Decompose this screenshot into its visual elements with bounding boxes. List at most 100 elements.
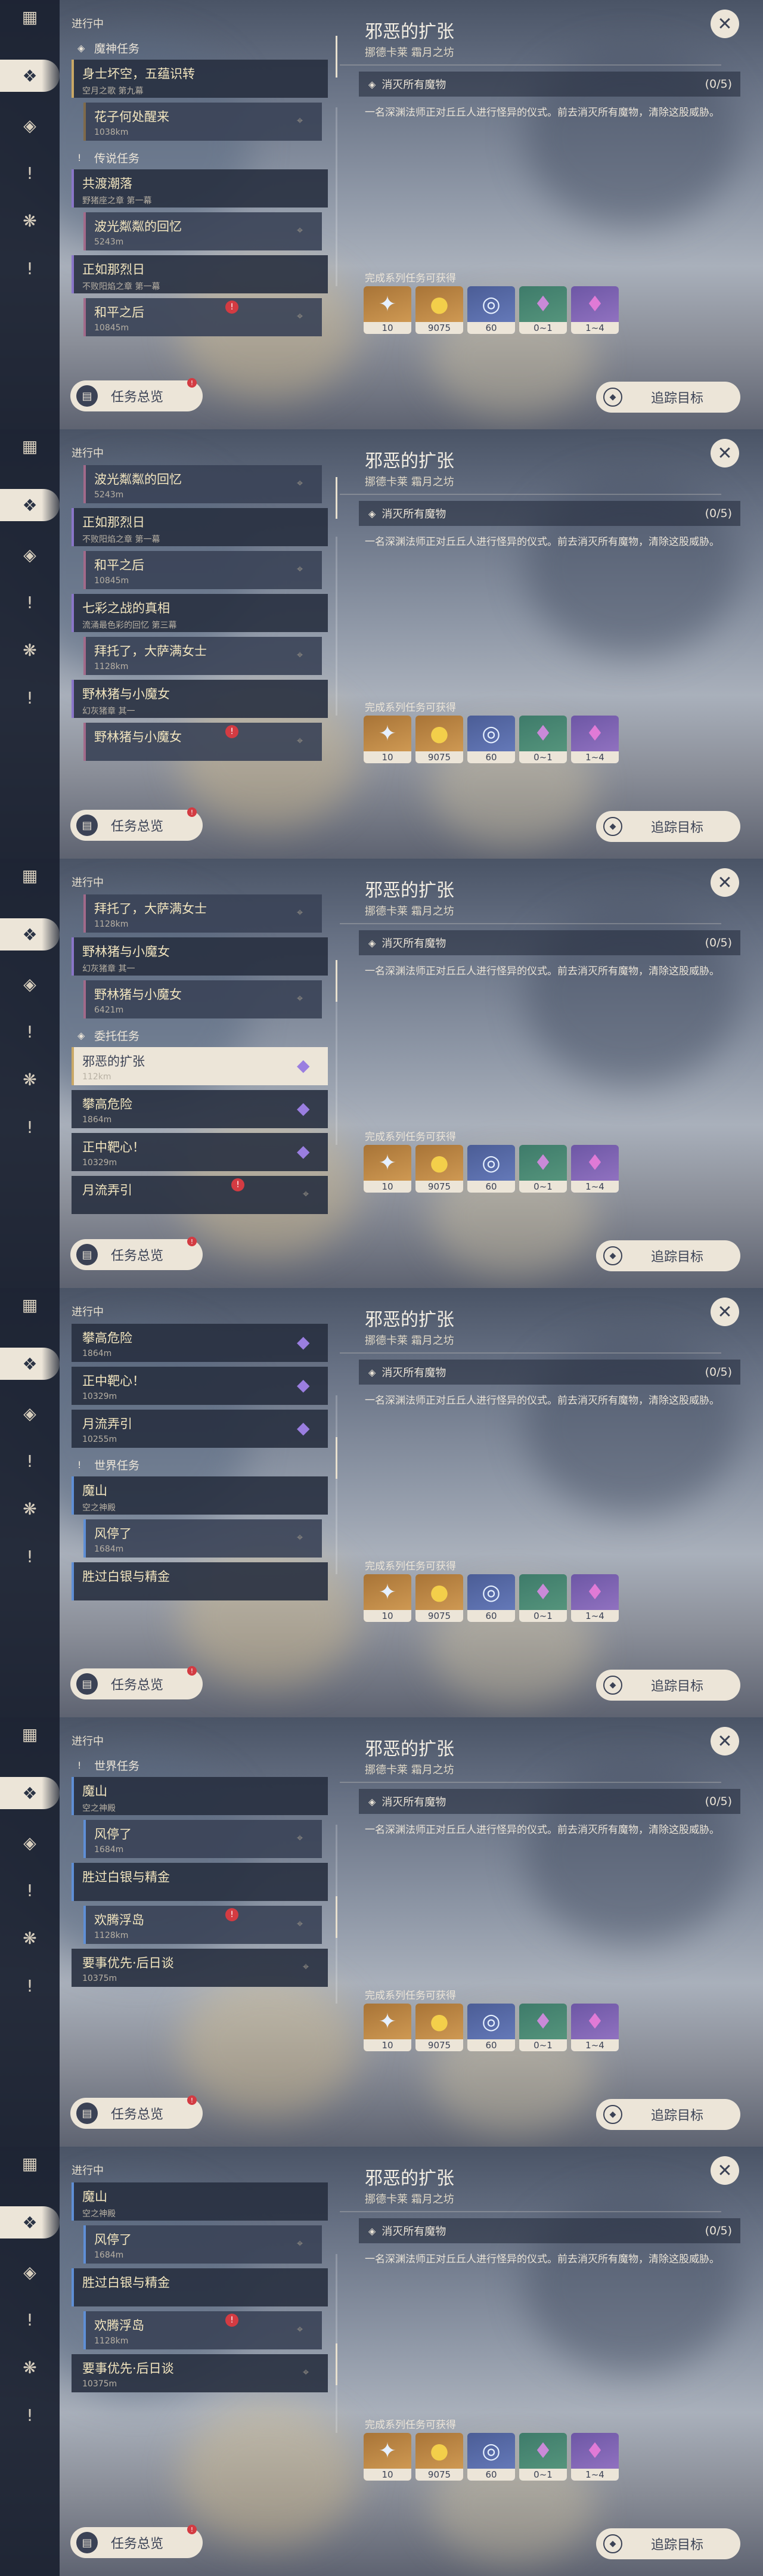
quest-item[interactable]: 七彩之战的真相 流涌最色彩的回忆 第三幕 xyxy=(72,594,328,632)
location-pin-icon[interactable]: ⌖ xyxy=(297,1832,308,1844)
quest-item[interactable]: 欢腾浮岛 1128km ⌖! xyxy=(83,1906,322,1944)
location-pin-icon[interactable]: ⌖ xyxy=(297,2323,308,2336)
reward-item[interactable]: ● 9075 xyxy=(415,716,463,763)
all-quests-icon[interactable]: ❖ xyxy=(0,1348,60,1380)
reward-item[interactable]: ♦ 1~4 xyxy=(571,1574,619,1622)
track-target-button[interactable]: ◆ 追踪目标 xyxy=(596,1670,740,1701)
quest-item[interactable]: 胜过白银与精金 xyxy=(72,1863,328,1901)
scroll-thumb[interactable] xyxy=(336,960,337,1002)
all-quests-icon[interactable]: ❖ xyxy=(0,60,60,92)
reward-item[interactable]: ◎ 60 xyxy=(467,1574,515,1622)
quest-item[interactable]: 攀高危险 1864m ◆ xyxy=(72,1090,328,1128)
quest-overview-button[interactable]: ▤ 任务总览! xyxy=(70,1666,203,1699)
quest-item[interactable]: 风停了 1684m ⌖ xyxy=(83,2225,322,2264)
archon-quest-icon[interactable]: ◈ xyxy=(18,543,42,566)
quest-book-icon[interactable]: ▦ xyxy=(18,1293,42,1317)
quest-overview-button[interactable]: ▤ 任务总览! xyxy=(70,807,203,841)
location-pin-icon[interactable]: ⌖ xyxy=(297,649,308,661)
all-quests-icon[interactable]: ❖ xyxy=(0,2206,60,2238)
location-pin-icon[interactable]: ⌖ xyxy=(297,310,308,323)
important-icon[interactable]: ! xyxy=(18,590,42,614)
reward-item[interactable]: ◎ 60 xyxy=(467,2004,515,2051)
track-target-button[interactable]: ◆ 追踪目标 xyxy=(596,811,740,842)
quest-item[interactable]: 邪恶的扩张 112km ◆ xyxy=(72,1047,328,1085)
reward-item[interactable]: ◎ 60 xyxy=(467,2433,515,2481)
all-quests-icon[interactable]: ❖ xyxy=(0,918,60,950)
reward-item[interactable]: ♦ 0~1 xyxy=(519,2004,567,2051)
world-quest-icon[interactable]: ! xyxy=(18,2403,42,2427)
scroll-thumb[interactable] xyxy=(336,1896,337,1938)
reward-item[interactable]: ♦ 0~1 xyxy=(519,286,567,334)
reward-item[interactable]: ● 9075 xyxy=(415,2004,463,2051)
reward-item[interactable]: ♦ 1~4 xyxy=(571,716,619,763)
archon-quest-icon[interactable]: ◈ xyxy=(18,2260,42,2284)
important-icon[interactable]: ! xyxy=(18,161,42,185)
reward-item[interactable]: ✦ 10 xyxy=(364,1574,411,1622)
quest-item[interactable]: 胜过白银与精金 xyxy=(72,1562,328,1600)
commission-icon[interactable]: ❋ xyxy=(18,1067,42,1091)
quest-item[interactable]: 野林猪与小魔女 ⌖! xyxy=(83,723,322,761)
quest-item[interactable]: 月流弄引 10255m ◆ xyxy=(72,1410,328,1448)
quest-item[interactable]: 魔山 空之神殿 xyxy=(72,1777,328,1815)
quest-item[interactable]: 魔山 空之神殿 xyxy=(72,1476,328,1515)
world-quest-icon[interactable]: ! xyxy=(18,256,42,280)
reward-item[interactable]: ◎ 60 xyxy=(467,286,515,334)
reward-item[interactable]: ♦ 0~1 xyxy=(519,716,567,763)
quest-book-icon[interactable]: ▦ xyxy=(18,434,42,458)
location-pin-icon[interactable]: ⌖ xyxy=(297,992,308,1005)
scroll-thumb[interactable] xyxy=(336,36,337,78)
quest-item[interactable]: 风停了 1684m ⌖ xyxy=(83,1519,322,1558)
reward-item[interactable]: ◎ 60 xyxy=(467,716,515,763)
reward-item[interactable]: ♦ 0~1 xyxy=(519,1145,567,1193)
quest-item[interactable]: 正中靶心！ 10329m ◆ xyxy=(72,1133,328,1171)
all-quests-icon[interactable]: ❖ xyxy=(0,489,60,521)
location-pin-icon[interactable]: ⌖ xyxy=(303,2366,314,2379)
reward-item[interactable]: ♦ 0~1 xyxy=(519,2433,567,2481)
quest-item[interactable]: 野林猪与小魔女 6421m ⌖ xyxy=(83,980,322,1018)
scroll-thumb[interactable] xyxy=(336,1437,337,1479)
quest-item[interactable]: 花子何处醒来 1038km ⌖ xyxy=(83,103,322,141)
location-pin-icon[interactable]: ⌖ xyxy=(297,563,308,575)
location-pin-icon[interactable]: ⌖ xyxy=(297,224,308,237)
quest-item[interactable]: 共渡潮落 野猪座之章 第一幕 xyxy=(72,169,328,208)
quest-overview-button[interactable]: ▤ 任务总览! xyxy=(70,2525,203,2558)
reward-item[interactable]: ✦ 10 xyxy=(364,2433,411,2481)
quest-item[interactable]: 身士坏空，五蕴识转 空月之歌 第九幕 xyxy=(72,60,328,98)
reward-item[interactable]: ● 9075 xyxy=(415,286,463,334)
quest-overview-button[interactable]: ▤ 任务总览! xyxy=(70,378,203,411)
quest-item[interactable]: 正中靶心！ 10329m ◆ xyxy=(72,1367,328,1405)
commission-icon[interactable]: ❋ xyxy=(18,1926,42,1950)
reward-item[interactable]: ♦ 1~4 xyxy=(571,286,619,334)
quest-item[interactable]: 波光粼粼的回忆 5243m ⌖ xyxy=(83,212,322,250)
location-pin-icon[interactable]: ⌖ xyxy=(297,114,308,127)
world-quest-icon[interactable]: ! xyxy=(18,1115,42,1139)
quest-book-icon[interactable]: ▦ xyxy=(18,2151,42,2175)
commission-icon[interactable]: ❋ xyxy=(18,2355,42,2379)
world-quest-icon[interactable]: ! xyxy=(18,686,42,710)
quest-book-icon[interactable]: ▦ xyxy=(18,1722,42,1746)
archon-quest-icon[interactable]: ◈ xyxy=(18,113,42,137)
archon-quest-icon[interactable]: ◈ xyxy=(18,972,42,996)
world-quest-icon[interactable]: ! xyxy=(18,1974,42,1998)
quest-item[interactable]: 攀高危险 1864m ◆ xyxy=(72,1324,328,1362)
reward-item[interactable]: ● 9075 xyxy=(415,1574,463,1622)
reward-item[interactable]: ● 9075 xyxy=(415,1145,463,1193)
all-quests-icon[interactable]: ❖ xyxy=(0,1777,60,1809)
reward-item[interactable]: ◎ 60 xyxy=(467,1145,515,1193)
quest-item[interactable]: 魔山 空之神殿 xyxy=(72,2182,328,2221)
reward-item[interactable]: ♦ 1~4 xyxy=(571,2004,619,2051)
location-pin-icon[interactable]: ⌖ xyxy=(297,1918,308,1930)
quest-item[interactable]: 风停了 1684m ⌖ xyxy=(83,1820,322,1858)
important-icon[interactable]: ! xyxy=(18,1020,42,1044)
reward-item[interactable]: ♦ 1~4 xyxy=(571,1145,619,1193)
scroll-track[interactable] xyxy=(336,107,337,286)
location-pin-icon[interactable]: ⌖ xyxy=(297,735,308,747)
quest-item[interactable]: 拜托了，大萨满女士 1128km ⌖ xyxy=(83,894,322,933)
commission-icon[interactable]: ❋ xyxy=(18,1497,42,1521)
quest-item[interactable]: 胜过白银与精金 xyxy=(72,2268,328,2306)
location-pin-icon[interactable]: ⌖ xyxy=(297,477,308,490)
track-target-button[interactable]: ◆ 追踪目标 xyxy=(596,382,740,413)
important-icon[interactable]: ! xyxy=(18,1449,42,1473)
archon-quest-icon[interactable]: ◈ xyxy=(18,1401,42,1425)
quest-item[interactable]: 和平之后 10845m ⌖ xyxy=(83,551,322,589)
